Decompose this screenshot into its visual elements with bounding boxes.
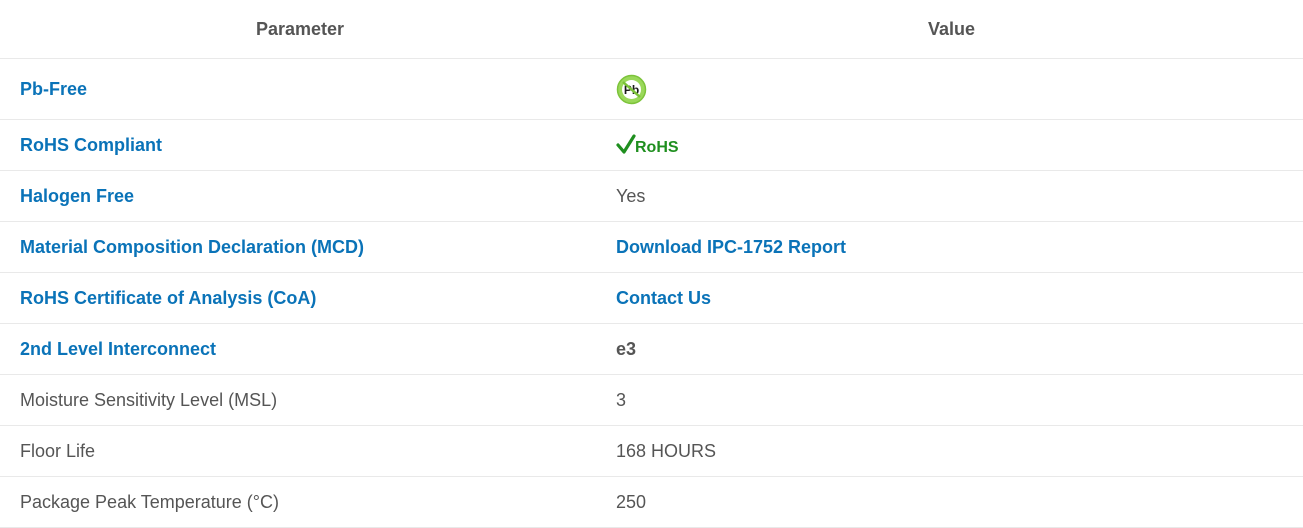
- floor-life-label: Floor Life: [20, 440, 96, 461]
- parameter-cell: 2nd Level Interconnect: [0, 339, 596, 360]
- table-row: Material Composition Declaration (MCD) D…: [0, 222, 1303, 273]
- rohs-compliant-icon: RoHS: [616, 133, 698, 157]
- parameter-cell: RoHS Certificate of Analysis (CoA): [0, 288, 596, 309]
- table-row: Pb-Free Pb: [0, 59, 1303, 120]
- rohs-coa-link[interactable]: RoHS Certificate of Analysis (CoA): [20, 288, 316, 308]
- value-cell: 168 HOURS: [596, 441, 1303, 462]
- peak-temperature-value: 250: [616, 491, 647, 512]
- table-row: RoHS Compliant RoHS: [0, 120, 1303, 171]
- msl-label: Moisture Sensitivity Level (MSL): [20, 389, 278, 410]
- floor-life-value: 168 HOURS: [616, 440, 717, 461]
- value-cell: Pb: [596, 74, 1303, 105]
- table-row: 2nd Level Interconnect e3: [0, 324, 1303, 375]
- parameter-cell: Pb-Free: [0, 79, 596, 100]
- parameter-cell: RoHS Compliant: [0, 135, 596, 156]
- second-level-interconnect-link[interactable]: 2nd Level Interconnect: [20, 339, 216, 359]
- value-cell: Download IPC-1752 Report: [596, 237, 1303, 258]
- interconnect-value: e3: [616, 338, 637, 359]
- parameter-cell: Material Composition Declaration (MCD): [0, 237, 596, 258]
- peak-temperature-label: Package Peak Temperature (°C): [20, 491, 279, 512]
- table-row: RoHS Certificate of Analysis (CoA) Conta…: [0, 273, 1303, 324]
- rohs-compliant-link[interactable]: RoHS Compliant: [20, 135, 162, 155]
- halogen-free-value: Yes: [616, 185, 646, 206]
- value-cell: e3: [596, 339, 1303, 360]
- value-cell: 3: [596, 390, 1303, 411]
- value-cell: Yes: [596, 186, 1303, 207]
- halogen-free-link[interactable]: Halogen Free: [20, 186, 134, 206]
- table-row: Moisture Sensitivity Level (MSL) 3: [0, 375, 1303, 426]
- value-cell: 250: [596, 492, 1303, 513]
- compliance-table: Parameter Value Pb-Free Pb RoHS Complian…: [0, 0, 1303, 528]
- svg-text:RoHS: RoHS: [635, 139, 679, 156]
- table-header: Parameter Value: [0, 0, 1303, 59]
- parameter-cell: Moisture Sensitivity Level (MSL): [0, 390, 596, 411]
- header-parameter: Parameter: [255, 18, 345, 39]
- table-row: Package Peak Temperature (°C) 250: [0, 477, 1303, 528]
- table-row: Halogen Free Yes: [0, 171, 1303, 222]
- value-cell: Contact Us: [596, 288, 1303, 309]
- pb-free-icon: Pb: [616, 74, 647, 105]
- pb-free-link[interactable]: Pb-Free: [20, 79, 87, 99]
- table-row: Floor Life 168 HOURS: [0, 426, 1303, 477]
- contact-us-link[interactable]: Contact Us: [616, 288, 711, 309]
- parameter-cell: Floor Life: [0, 441, 596, 462]
- header-value: Value: [927, 18, 976, 39]
- download-report-link[interactable]: Download IPC-1752 Report: [616, 237, 846, 258]
- msl-value: 3: [616, 389, 627, 410]
- value-cell: RoHS: [596, 133, 1303, 157]
- mcd-link[interactable]: Material Composition Declaration (MCD): [20, 237, 364, 257]
- parameter-cell: Halogen Free: [0, 186, 596, 207]
- parameter-cell: Package Peak Temperature (°C): [0, 492, 596, 513]
